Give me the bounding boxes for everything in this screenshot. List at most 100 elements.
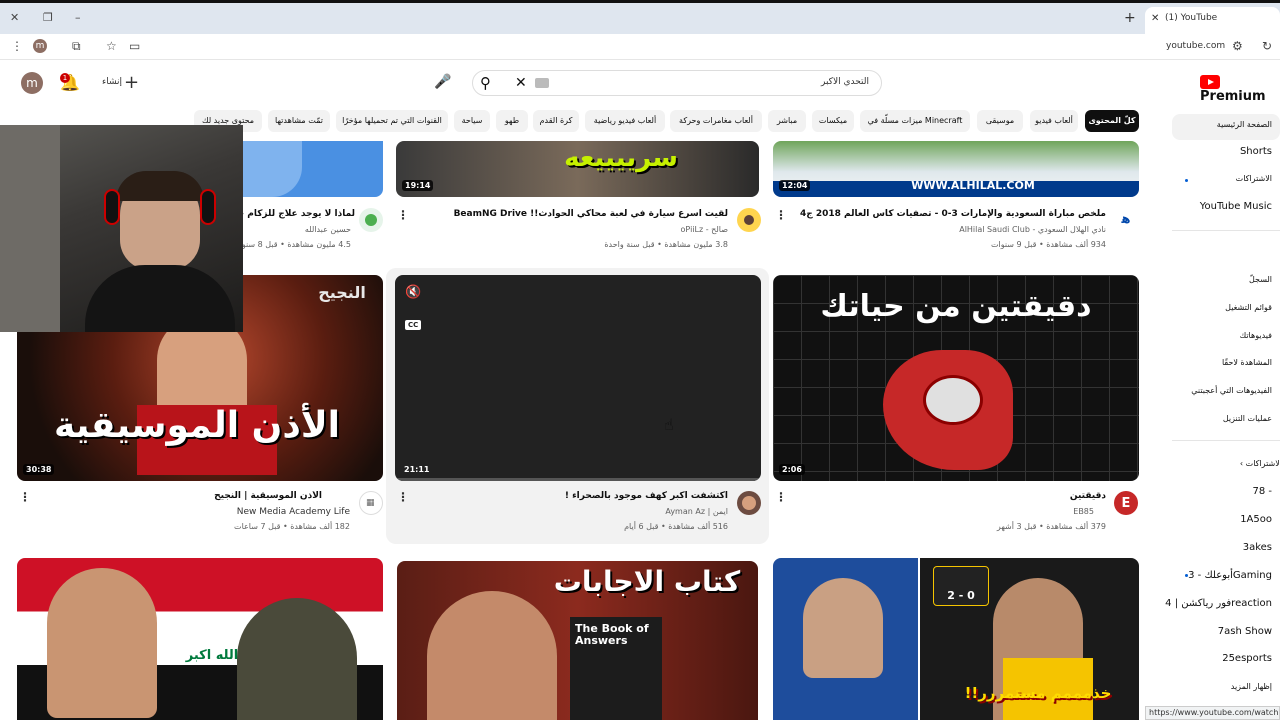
chip-mixes[interactable]: ميكسات [812,110,854,132]
extensions-icon[interactable]: ⧉ [72,39,81,54]
preview-progress-bar[interactable] [395,478,761,481]
search-box[interactable]: ⚲ ✕ التحدي الاكبر [472,70,882,96]
chip-live[interactable]: مباشر [768,110,806,132]
browser-tab[interactable]: ✕ (1) YouTube [1145,7,1280,34]
channel-name[interactable]: New Media Academy Life [40,507,350,517]
video-thumbnail[interactable]: سرييييعه 19:14 [396,141,759,197]
mute-icon[interactable]: 🔇 [405,285,421,300]
thumbnail-art [242,141,302,197]
keyboard-icon[interactable] [535,78,549,88]
youtube-play-icon [1200,74,1220,89]
reload-icon[interactable]: ↻ [1262,39,1272,53]
chip-watched[interactable]: تمّت مشاهدتها [268,110,330,132]
sidebar-item-history[interactable]: السجلّ [1249,275,1272,284]
chip-recently-uploaded[interactable]: القنوات التي تم تحميلها مؤخرًا [336,110,448,132]
menu-dots-icon[interactable]: ⋮ [11,39,23,53]
chip-football[interactable]: كرة القدم [533,110,579,132]
sidebar-sub-1a5oo[interactable]: 1A5oo [1240,514,1272,525]
sidebar-item-subscriptions[interactable]: الاشتراكات [1236,174,1272,183]
video-title[interactable]: ملخص مباراة السعودية والإمارات 3-0 - تصف… [790,209,1106,219]
sidebar-sub-3gaming[interactable]: أبوعلك - 3Gaming [1188,570,1272,581]
clear-search-icon[interactable]: ✕ [515,75,527,91]
channel-avatar[interactable] [359,208,383,232]
channel-name[interactable]: ايمن | Ayman Az [500,507,728,516]
youtube-premium-logo[interactable]: Premium [1200,74,1280,104]
chip-adventure-games[interactable]: ألعاب مغامرات وحركة [670,110,762,132]
close-window-icon[interactable]: ✕ [10,11,19,24]
site-settings-icon[interactable]: ⚙ [1232,39,1243,53]
sidebar-sub-78[interactable]: 78 - [1252,486,1272,497]
create-button[interactable]: إنشاء + [92,72,144,94]
account-avatar[interactable]: m [21,72,43,94]
closed-captions-icon[interactable]: CC [405,320,422,330]
new-tab-button[interactable]: + [1124,10,1136,26]
thumbnail-person [47,568,157,718]
sidebar-subscriptions-header[interactable]: ‹ الاشتراكات [1240,459,1280,468]
video-thumbnail[interactable]: WWW.ALHILAL.COM 12:04 [773,141,1139,197]
thumbnail-person [803,578,883,678]
bookmark-star-icon[interactable]: ☆ [106,39,117,53]
sidebar-sub-7ash-show[interactable]: 7ash Show [1218,626,1272,637]
profile-avatar[interactable]: m [33,39,47,53]
sidebar-item-your-videos[interactable]: فيديوهاتك [1240,331,1272,340]
video-title[interactable]: الأذن الموسيقية | النجيح [40,491,322,501]
video-thumbnail[interactable]: 2 - 0 خذمممم مستمررر!! [773,558,1139,720]
sidebar-item-downloads[interactable]: عمليات التنزيل [1223,414,1272,423]
more-actions-icon[interactable]: ⋮ [775,490,787,504]
more-actions-icon[interactable]: ⋮ [775,208,787,222]
search-icon[interactable]: ⚲ [480,74,491,92]
channel-avatar[interactable] [737,208,761,232]
video-title[interactable]: اكتشفت اكبر كهف موجود بالصحراء ! [420,491,728,501]
more-actions-icon[interactable]: ⋮ [397,208,409,222]
chip-all[interactable]: كلّ المحتوى [1085,110,1139,132]
webcam-body [85,265,235,332]
microphone-icon[interactable]: 🎤 [434,74,451,90]
video-thumbnail[interactable] [242,141,383,197]
channel-name[interactable]: حسين عبدالله [243,225,351,234]
more-actions-icon[interactable]: ⋮ [19,490,31,504]
chip-cooking[interactable]: طهو [496,110,528,132]
video-title[interactable]: دقيقتين [800,491,1106,501]
minimize-window-icon[interactable]: – [75,11,81,24]
sidebar-item-playlists[interactable]: قوائم التشغيل [1225,303,1272,312]
chip-video-games[interactable]: ألعاب فيديو [1030,110,1078,132]
search-input[interactable]: التحدي الاكبر [821,77,869,87]
video-duration: 19:14 [402,180,434,191]
channel-avatar[interactable]: ▦ [359,491,383,515]
sidebar-item-shorts[interactable]: Shorts [1240,146,1272,157]
chip-sports-games[interactable]: ألعاب فيديو رياضية [585,110,665,132]
channel-name[interactable]: نادي الهلال السعودي - AlHilal Saudi Club [800,225,1106,234]
sidebar-sub-3akes[interactable]: 3akes [1243,542,1272,553]
sidebar-item-youtube-music[interactable]: YouTube Music [1200,201,1272,212]
sidebar-sub-25esports[interactable]: 25esports [1222,653,1272,664]
channel-avatar[interactable]: ﻫ [1114,208,1138,232]
close-tab-icon[interactable]: ✕ [1151,13,1159,24]
sidebar-item-watch-later[interactable]: المشاهدة لاحقًا [1222,358,1272,367]
video-preview-player[interactable]: 🔇 CC 21:11 [395,275,761,481]
webcam-overlay [0,125,243,332]
channel-avatar-art [365,214,377,226]
url-field[interactable]: youtube.com [1166,41,1225,51]
channel-name[interactable]: صالح - oPiiLz [500,225,728,234]
video-thumbnail[interactable]: كتاب الاجابات The Book of Answers [397,561,758,720]
chip-music[interactable]: موسيقى [977,110,1023,132]
sidebar-item-liked-videos[interactable]: الفيديوهات التي أعجبتني [1191,386,1272,395]
channel-avatar-art [744,215,754,225]
sidebar-sub-4reaction[interactable]: فور رياكشن | 4reaction [1165,598,1272,609]
channel-avatar[interactable] [737,491,761,515]
sidebar-item-home[interactable]: الصفحة الرئيسية [1217,120,1272,129]
chip-tourism[interactable]: سياحة [454,110,490,132]
channel-name[interactable]: EB85 [800,507,1094,516]
video-thumbnail[interactable]: دقيقتين من حياتك 2:06 [773,275,1139,481]
chip-minecraft[interactable]: ميزات مسلّة في Minecraft [860,110,970,132]
more-actions-icon[interactable]: ⋮ [397,490,409,504]
video-title[interactable]: لقيت اسرع سيارة في لعبة محاكي الحوادث!! … [410,209,728,219]
restore-window-icon[interactable]: ❐ [43,11,53,24]
video-thumbnail[interactable]: الله اكبر [17,558,383,720]
video-title[interactable]: لماذا لا يوجد علاج للزكام حتى [243,209,355,219]
video-duration: 30:38 [23,464,55,475]
cast-icon[interactable]: ▭ [129,39,140,53]
create-label: إنشاء [102,77,123,87]
sidebar-show-more[interactable]: إظهار المزيد [1231,682,1272,691]
channel-avatar[interactable]: E [1114,491,1138,515]
